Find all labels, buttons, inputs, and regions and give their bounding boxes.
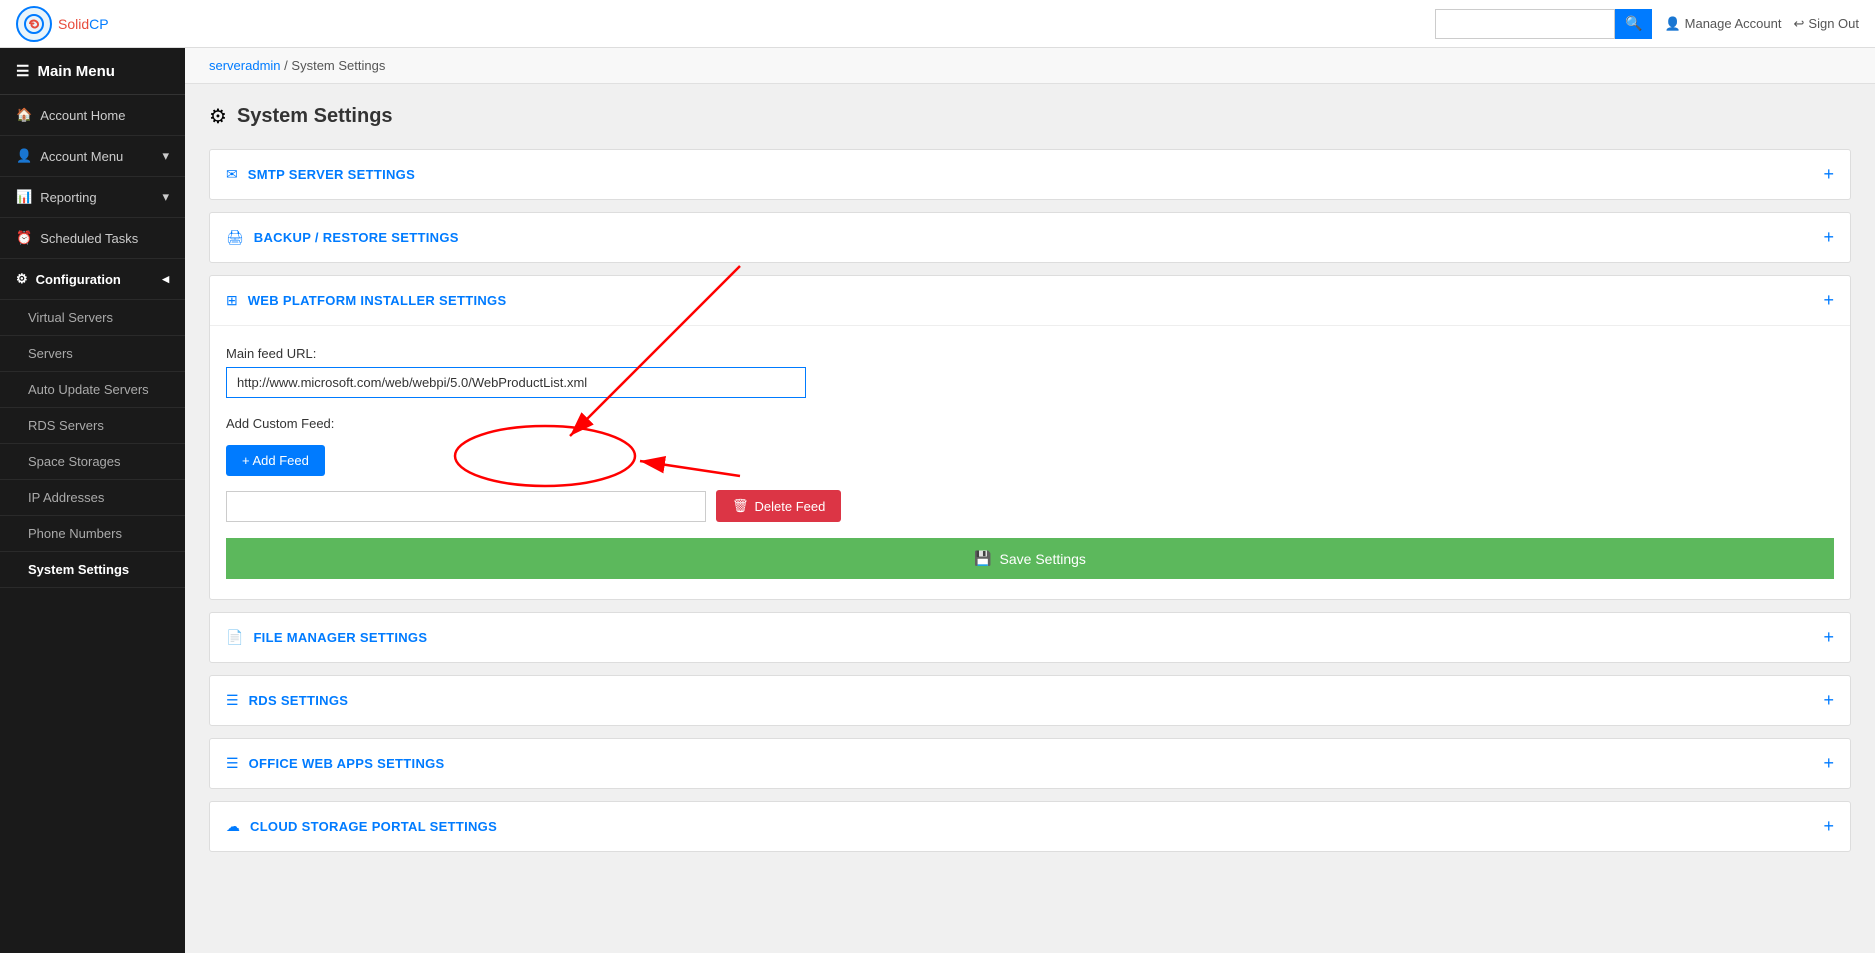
sidebar-item-system-settings[interactable]: System Settings <box>0 552 185 588</box>
sidebar: ☰ Main Menu 🏠 Account Home 👤 Account Men… <box>0 48 185 953</box>
rds-section: ☰ RDS SETTINGS + <box>209 675 1851 726</box>
cloud-storage-section-header[interactable]: ☁ CLOUD STORAGE PORTAL SETTINGS + <box>210 802 1850 851</box>
webpi-section-header[interactable]: ⊞ WEB PLATFORM INSTALLER SETTINGS + <box>210 276 1850 325</box>
breadcrumb-separator: / <box>284 58 288 73</box>
sidebar-item-virtual-servers[interactable]: Virtual Servers <box>0 300 185 336</box>
smtp-section-header[interactable]: ✉ SMTP SERVER SETTINGS + <box>210 150 1850 199</box>
configuration-icon: ⚙ <box>16 271 28 287</box>
smtp-expand-icon: + <box>1823 164 1834 185</box>
reporting-chevron: ▾ <box>162 189 169 205</box>
file-manager-icon: 📄 <box>226 629 243 646</box>
file-manager-title: FILE MANAGER SETTINGS <box>253 630 427 645</box>
breadcrumb: serveradmin / System Settings <box>185 48 1875 84</box>
add-feed-row: + Add Feed <box>226 445 1834 476</box>
account-menu-chevron: ▾ <box>162 148 169 164</box>
manage-account-icon: 👤 <box>1664 16 1680 32</box>
logo-icon <box>16 6 52 42</box>
sidebar-item-reporting[interactable]: 📊 Reporting ▾ <box>0 177 185 218</box>
cloud-storage-icon: ☁ <box>226 818 240 835</box>
breadcrumb-link[interactable]: serveradmin <box>209 58 281 73</box>
topbar: SolidCP 🔍 👤 Manage Account ↩ Sign Out <box>0 0 1875 48</box>
backup-expand-icon: + <box>1823 227 1834 248</box>
sidebar-item-phone-numbers[interactable]: Phone Numbers <box>0 516 185 552</box>
account-menu-icon: 👤 <box>16 148 32 164</box>
sidebar-item-space-storages[interactable]: Space Storages <box>0 444 185 480</box>
sidebar-item-configuration[interactable]: ⚙ Configuration ◂ <box>0 259 185 300</box>
file-manager-section: 📄 FILE MANAGER SETTINGS + <box>209 612 1851 663</box>
main-feed-input[interactable] <box>226 367 806 398</box>
office-web-apps-section: ☰ OFFICE WEB APPS SETTINGS + <box>209 738 1851 789</box>
sidebar-item-rds-servers[interactable]: RDS Servers <box>0 408 185 444</box>
layout: ☰ Main Menu 🏠 Account Home 👤 Account Men… <box>0 48 1875 953</box>
smtp-icon: ✉ <box>226 166 238 183</box>
cloud-storage-section: ☁ CLOUD STORAGE PORTAL SETTINGS + <box>209 801 1851 852</box>
rds-expand-icon: + <box>1823 690 1834 711</box>
reporting-icon: 📊 <box>16 189 32 205</box>
topbar-right: 🔍 👤 Manage Account ↩ Sign Out <box>1435 9 1859 39</box>
main-feed-label: Main feed URL: <box>226 346 1834 361</box>
scheduled-tasks-icon: ⏰ <box>16 230 32 246</box>
sidebar-item-servers[interactable]: Servers <box>0 336 185 372</box>
office-web-apps-expand-icon: + <box>1823 753 1834 774</box>
rds-icon: ☰ <box>226 692 239 709</box>
backup-icon: 🖨 <box>226 229 244 246</box>
content-area: ⚙ System Settings ✉ SMTP SERVER SETTINGS… <box>185 84 1875 884</box>
add-feed-button[interactable]: + Add Feed <box>226 445 325 476</box>
search-wrap: 🔍 <box>1435 9 1652 39</box>
rds-section-header[interactable]: ☰ RDS SETTINGS + <box>210 676 1850 725</box>
sidebar-item-account-menu[interactable]: 👤 Account Menu ▾ <box>0 136 185 177</box>
sidebar-main-menu: ☰ Main Menu <box>0 48 185 95</box>
save-settings-button[interactable]: 💾 Save Settings <box>226 538 1834 579</box>
main-content: serveradmin / System Settings ⚙ System S… <box>185 48 1875 953</box>
breadcrumb-current: System Settings <box>291 58 385 73</box>
office-web-apps-section-header[interactable]: ☰ OFFICE WEB APPS SETTINGS + <box>210 739 1850 788</box>
backup-title: BACKUP / RESTORE SETTINGS <box>254 230 459 245</box>
custom-feed-input[interactable] <box>226 491 706 522</box>
account-home-icon: 🏠 <box>16 107 32 123</box>
file-manager-expand-icon: + <box>1823 627 1834 648</box>
save-icon: 💾 <box>974 550 991 567</box>
smtp-section: ✉ SMTP SERVER SETTINGS + <box>209 149 1851 200</box>
gear-icon: ⚙ <box>209 104 227 129</box>
trash-icon: 🗑 <box>732 498 749 514</box>
backup-section-header[interactable]: 🖨 BACKUP / RESTORE SETTINGS + <box>210 213 1850 262</box>
sidebar-item-auto-update-servers[interactable]: Auto Update Servers <box>0 372 185 408</box>
webpi-title: WEB PLATFORM INSTALLER SETTINGS <box>248 293 507 308</box>
webpi-expand-icon: + <box>1823 290 1834 311</box>
feed-input-row: 🗑 Delete Feed <box>226 490 1834 522</box>
webpi-section-body: Main feed URL: Add Custom Feed: + Add Fe… <box>210 325 1850 599</box>
sign-out-link[interactable]: ↩ Sign Out <box>1794 16 1860 32</box>
search-input[interactable] <box>1435 9 1615 39</box>
manage-account-link[interactable]: 👤 Manage Account <box>1664 16 1781 32</box>
sidebar-item-account-home[interactable]: 🏠 Account Home <box>0 95 185 136</box>
add-custom-feed-area: Add Custom Feed: + Add Feed <box>226 416 1834 476</box>
logo: SolidCP <box>16 6 109 42</box>
webpi-icon: ⊞ <box>226 292 238 309</box>
webpi-section: ⊞ WEB PLATFORM INSTALLER SETTINGS + <box>209 275 1851 600</box>
smtp-title: SMTP SERVER SETTINGS <box>248 167 415 182</box>
add-custom-feed-label: Add Custom Feed: <box>226 416 1834 431</box>
office-web-apps-icon: ☰ <box>226 755 239 772</box>
sidebar-item-scheduled-tasks[interactable]: ⏰ Scheduled Tasks <box>0 218 185 259</box>
cloud-storage-title: CLOUD STORAGE PORTAL SETTINGS <box>250 819 497 834</box>
sign-out-icon: ↩ <box>1794 16 1805 32</box>
page-title: System Settings <box>237 105 393 128</box>
delete-feed-button[interactable]: 🗑 Delete Feed <box>716 490 841 522</box>
main-menu-icon: ☰ <box>16 62 29 80</box>
office-web-apps-title: OFFICE WEB APPS SETTINGS <box>249 756 445 771</box>
configuration-chevron: ◂ <box>162 271 169 287</box>
rds-title: RDS SETTINGS <box>249 693 349 708</box>
page-title-row: ⚙ System Settings <box>209 104 1851 129</box>
search-button[interactable]: 🔍 <box>1615 9 1652 39</box>
logo-text: SolidCP <box>58 16 109 32</box>
cloud-storage-expand-icon: + <box>1823 816 1834 837</box>
sidebar-item-ip-addresses[interactable]: IP Addresses <box>0 480 185 516</box>
backup-section: 🖨 BACKUP / RESTORE SETTINGS + <box>209 212 1851 263</box>
logo-solid: Solid <box>58 16 89 32</box>
logo-cp: CP <box>89 16 108 32</box>
file-manager-section-header[interactable]: 📄 FILE MANAGER SETTINGS + <box>210 613 1850 662</box>
